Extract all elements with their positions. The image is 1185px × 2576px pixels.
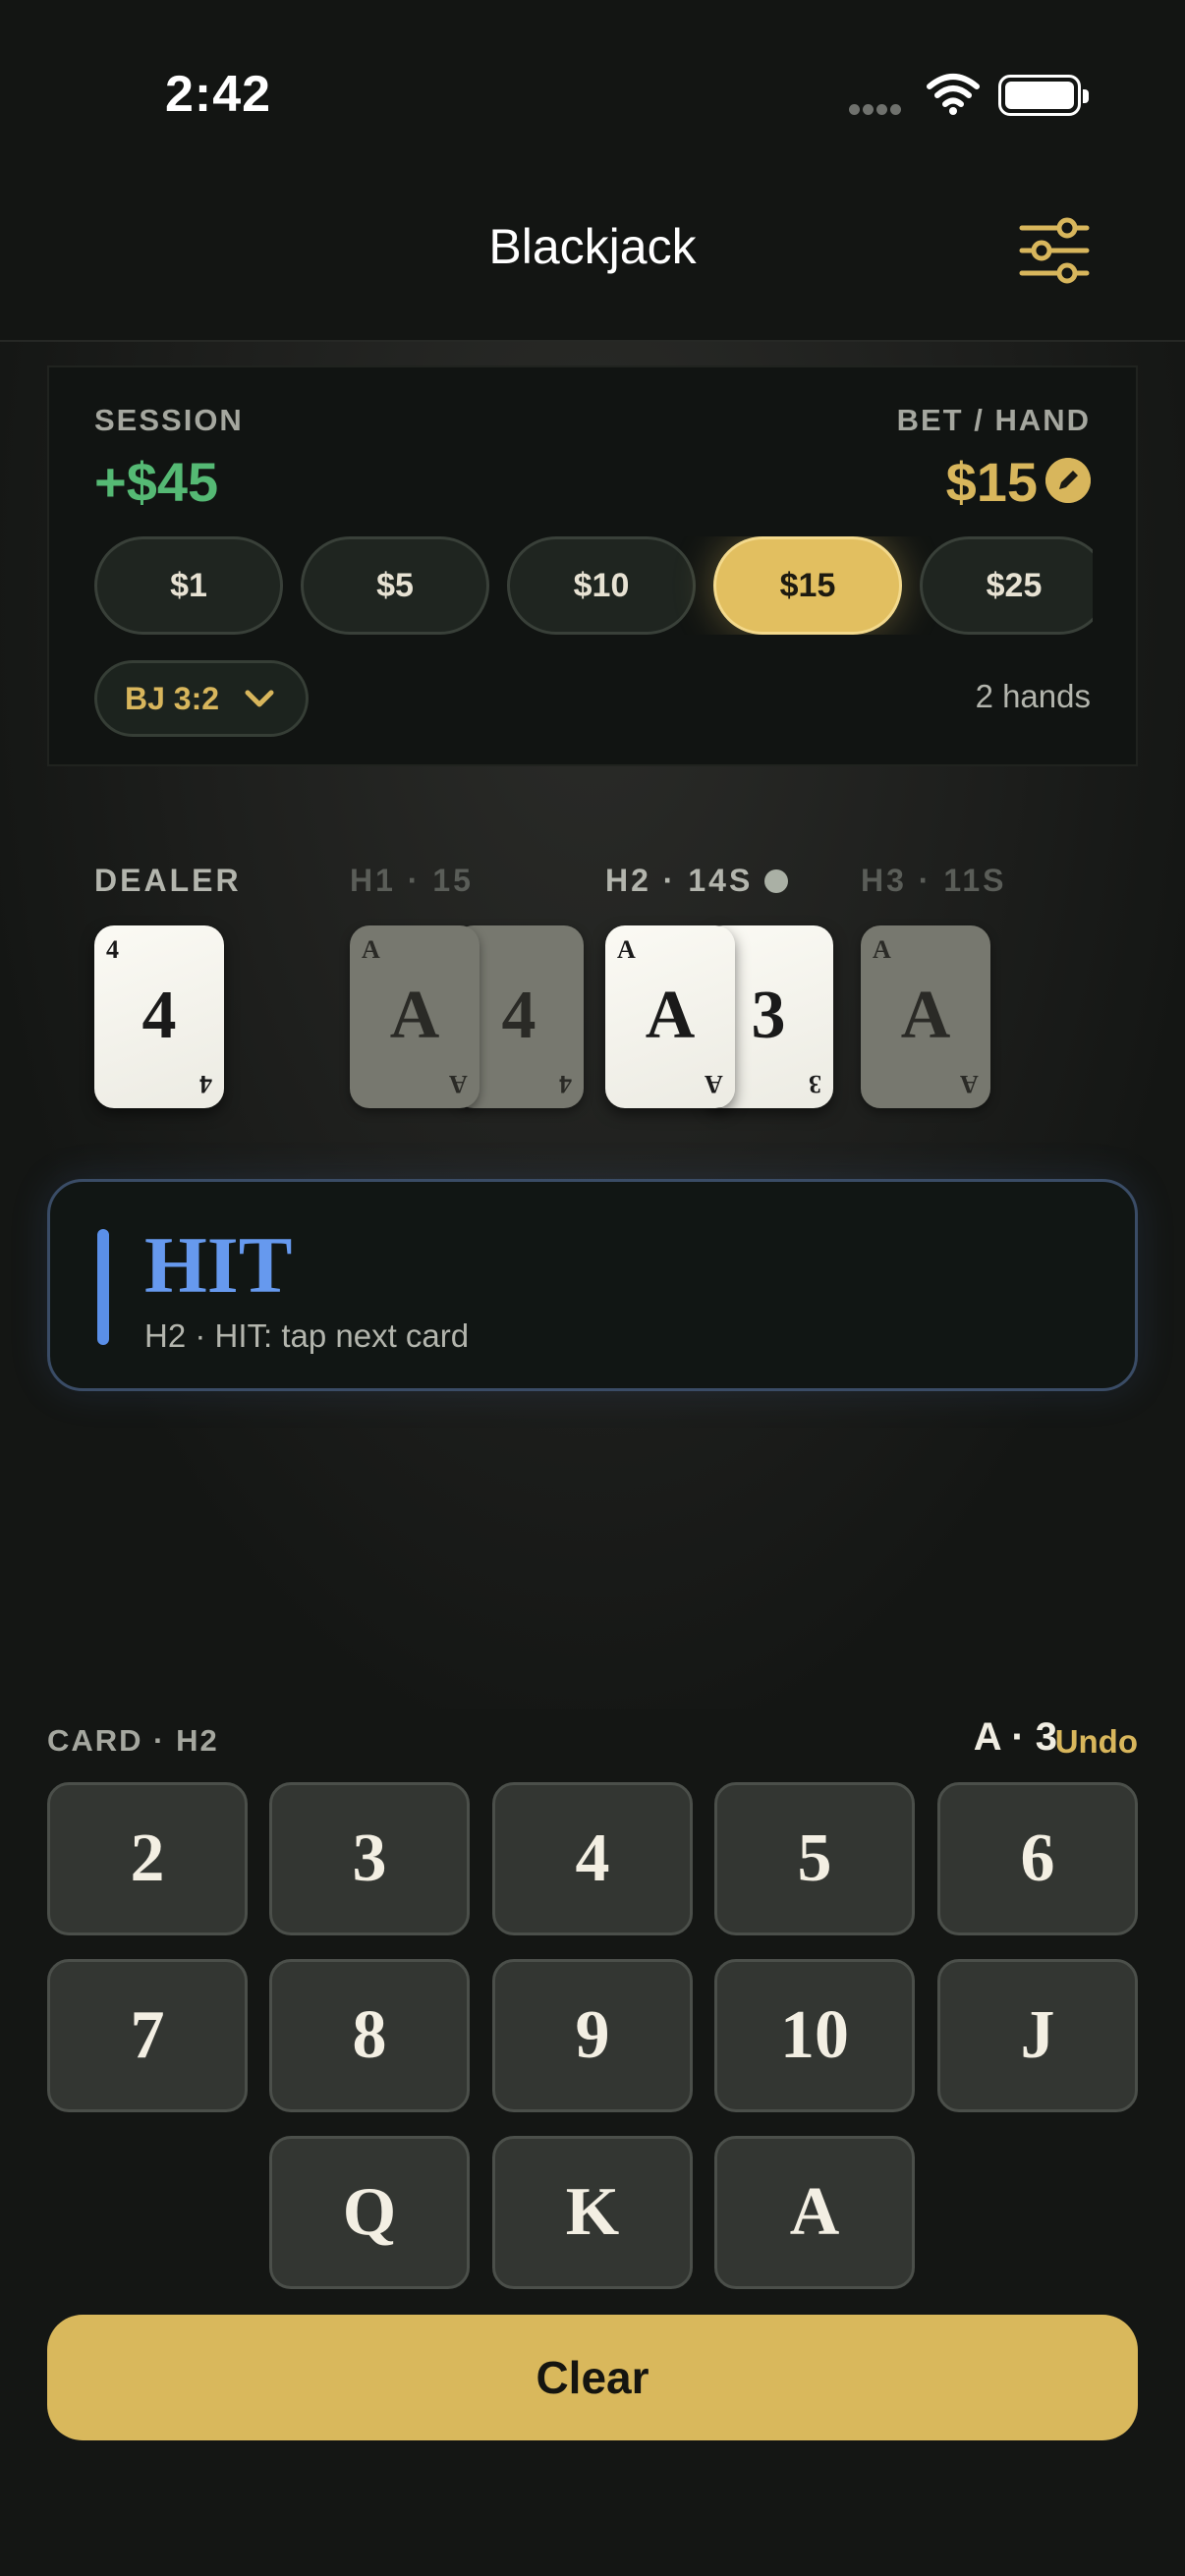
card-key-k[interactable]: K [492,2136,693,2289]
undo-button[interactable]: Undo [1055,1723,1138,1761]
keypad-label: CARD · H2 [47,1723,219,1758]
sliders-icon[interactable] [1018,216,1091,285]
card-key-a[interactable]: A [714,2136,915,2289]
dealer-hand: DEALER 4 4 4 [94,863,242,1108]
chip-10[interactable]: $10 [507,536,696,635]
session-value: +$45 [94,451,219,513]
advice-panel: HIT H2 · HIT: tap next card [47,1179,1138,1391]
playing-card: A A A [350,925,480,1108]
hand-2-active[interactable]: H2 · 14S 3 3 3 A A A [605,863,833,1108]
hand-1-label: H1 · 15 [350,863,474,898]
battery-icon [998,75,1089,116]
status-bar: 2:42 [0,0,1185,177]
edit-bet-icon[interactable] [1045,458,1091,503]
card-key-2[interactable]: 2 [47,1782,248,1935]
card-key-8[interactable]: 8 [269,1959,470,2112]
card-key-3[interactable]: 3 [269,1782,470,1935]
bet-value: $15 [945,451,1038,513]
navigation-bar: Blackjack [0,177,1185,342]
playing-card: 4 4 4 [94,925,224,1108]
status-time: 2:42 [165,66,272,123]
hand-1[interactable]: H1 · 15 4 4 4 A A A [350,863,584,1108]
card-key-9[interactable]: 9 [492,1959,693,2112]
hand-3[interactable]: H3 · 11S A A A [861,863,1007,1108]
card-key-j[interactable]: J [937,1959,1138,2112]
chevron-down-icon [245,690,274,707]
active-hand-indicator [764,869,789,893]
advice-action: HIT [144,1220,293,1310]
current-hand-cards: A · 3 [973,1715,1057,1759]
card-key-q[interactable]: Q [269,2136,470,2289]
table-row: DEALER 4 4 4 H1 · 15 4 4 4 A A A H2 · 14… [94,863,1136,1118]
cellular-signal-icon [849,102,906,116]
card-key-5[interactable]: 5 [714,1782,915,1935]
advice-detail: H2 · HIT: tap next card [144,1317,470,1354]
rule-dropdown[interactable]: BJ 3:2 [94,660,309,737]
advice-accent-bar [97,1229,109,1345]
card-key-7[interactable]: 7 [47,1959,248,2112]
chip-15-selected[interactable]: $15 [713,536,902,635]
chip-5[interactable]: $5 [301,536,489,635]
session-panel: SESSION +$45 BET / HAND $15 $1 $5 $10 $1… [47,365,1138,766]
hands-count: 2 hands [975,678,1091,714]
bet-chip-row: $1 $5 $10 $15 $25 [94,536,1093,635]
wifi-icon [927,74,980,115]
chip-1[interactable]: $1 [94,536,283,635]
rule-label: BJ 3:2 [125,681,220,716]
clear-button[interactable]: Clear [47,2315,1138,2440]
page-title: Blackjack [488,219,697,274]
card-key-4[interactable]: 4 [492,1782,693,1935]
chip-25[interactable]: $25 [920,536,1093,635]
card-key-10[interactable]: 10 [714,1959,915,2112]
playing-card: A A A [605,925,735,1108]
hand-2-label: H2 · 14S [605,863,789,899]
session-label: SESSION [94,403,244,437]
playing-card: A A A [861,925,990,1108]
hand-3-label: H3 · 11S [861,863,1007,898]
bet-label: BET / HAND [896,403,1091,437]
dealer-label: DEALER [94,863,242,898]
card-key-6[interactable]: 6 [937,1782,1138,1935]
